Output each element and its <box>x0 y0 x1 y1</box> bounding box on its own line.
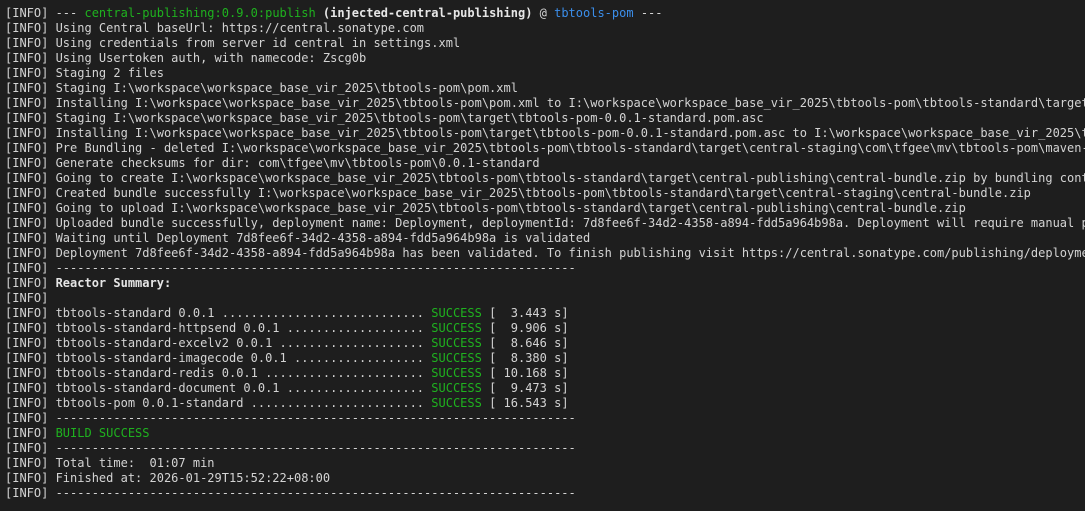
console-line: [INFO] tbtools-pom 0.0.1-standard ......… <box>5 396 1085 411</box>
status-text: SUCCESS <box>431 351 482 365</box>
console-text: [INFO] Using Usertoken auth, with nameco… <box>5 51 367 65</box>
console-line: [INFO] tbtools-standard 0.0.1 ..........… <box>5 306 1085 321</box>
console-line: [INFO] Generate checksums for dir: com\t… <box>5 156 1085 171</box>
console-line: [INFO] Finished at: 2026-01-29T15:52:22+… <box>5 471 1085 486</box>
console-line: [INFO] ---------------------------------… <box>5 261 1085 276</box>
console-text: --- <box>633 6 663 20</box>
console-text: [INFO] Generate checksums for dir: com\t… <box>5 156 540 170</box>
console-line: [INFO] tbtools-standard-imagecode 0.0.1 … <box>5 351 1085 366</box>
console-text: [INFO] Going to upload I:\workspace\work… <box>5 201 966 215</box>
console-text: [INFO] <box>5 426 56 440</box>
console-text: [INFO] ---------------------------------… <box>5 486 576 500</box>
console-text: [ 9.473 s] <box>481 381 569 395</box>
status-text: SUCCESS <box>431 321 482 335</box>
console-line: [INFO] Waiting until Deployment 7d8fee6f… <box>5 231 1085 246</box>
console-text: [INFO] <box>5 276 56 290</box>
console-text: [INFO] tbtools-standard-httpsend 0.0.1 .… <box>5 321 432 335</box>
status-text: BUILD SUCCESS <box>55 426 150 440</box>
project-name: tbtools-pom <box>554 6 634 20</box>
status-text: central-publishing:0.9.0:publish <box>84 6 316 20</box>
console-line: [INFO] Reactor Summary: <box>5 276 1085 291</box>
console-line: [INFO] Using Central baseUrl: https://ce… <box>5 21 1085 36</box>
console-text: [INFO] Uploaded bundle successfully, dep… <box>5 216 1085 230</box>
console-text: [INFO] tbtools-standard-excelv2 0.0.1 ..… <box>5 336 432 350</box>
console-text: [ 9.906 s] <box>481 321 569 335</box>
console-text: [INFO] Deployment 7d8fee6f-34d2-4358-a89… <box>5 246 1085 260</box>
console-line: [INFO] tbtools-standard-redis 0.0.1 ....… <box>5 366 1085 381</box>
console-text: [ 10.168 s] <box>481 366 569 380</box>
console-text: [ 8.380 s] <box>481 351 569 365</box>
status-text: SUCCESS <box>431 306 482 320</box>
console-line: [INFO] Staging I:\workspace\workspace_ba… <box>5 81 1085 96</box>
console-text: [INFO] Pre Bundling - deleted I:\workspa… <box>5 141 1085 155</box>
console-text: [INFO] Going to create I:\workspace\work… <box>5 171 1085 185</box>
console-line: [INFO] Uploaded bundle successfully, dep… <box>5 216 1085 231</box>
console-line: [INFO] Staging I:\workspace\workspace_ba… <box>5 111 1085 126</box>
console-line: [INFO] Total time: 01:07 min <box>5 456 1085 471</box>
console-text: [INFO] tbtools-standard-imagecode 0.0.1 … <box>5 351 432 365</box>
console-line: [INFO] ---------------------------------… <box>5 441 1085 456</box>
console-line: [INFO] Installing I:\workspace\workspace… <box>5 126 1085 141</box>
console-line: [INFO] tbtools-standard-httpsend 0.0.1 .… <box>5 321 1085 336</box>
console-text: [INFO] Installing I:\workspace\workspace… <box>5 96 1085 110</box>
console-line: [INFO] Deployment 7d8fee6f-34d2-4358-a89… <box>5 246 1085 261</box>
console-line: [INFO] Staging 2 files <box>5 66 1085 81</box>
console-output[interactable]: [INFO] --- central-publishing:0.9.0:publ… <box>5 6 1085 501</box>
console-line: [INFO] Going to create I:\workspace\work… <box>5 171 1085 186</box>
console-text: [INFO] ---------------------------------… <box>5 441 576 455</box>
console-text: [INFO] ---------------------------------… <box>5 261 576 275</box>
console-line: [INFO] Installing I:\workspace\workspace… <box>5 96 1085 111</box>
console-text: [INFO] <box>5 291 49 305</box>
console-text: (injected-central-publishing) <box>322 6 533 20</box>
console-line: [INFO] Pre Bundling - deleted I:\workspa… <box>5 141 1085 156</box>
console-line: [INFO] ---------------------------------… <box>5 411 1085 426</box>
console-line: [INFO] <box>5 291 1085 306</box>
console-text: [INFO] Using Central baseUrl: https://ce… <box>5 21 425 35</box>
status-text: SUCCESS <box>431 336 482 350</box>
console-text: [INFO] Waiting until Deployment 7d8fee6f… <box>5 231 591 245</box>
console-text: [INFO] tbtools-standard-redis 0.0.1 ....… <box>5 366 432 380</box>
status-text: SUCCESS <box>431 366 482 380</box>
console-text: [INFO] Staging I:\workspace\workspace_ba… <box>5 111 764 125</box>
console-line: [INFO] ---------------------------------… <box>5 486 1085 501</box>
console-text: [INFO] Using credentials from server id … <box>5 36 461 50</box>
console-text: [INFO] Finished at: 2026-01-29T15:52:22+… <box>5 471 331 485</box>
terminal-window[interactable]: [INFO] --- central-publishing:0.9.0:publ… <box>0 0 1085 511</box>
console-line: [INFO] --- central-publishing:0.9.0:publ… <box>5 6 1085 21</box>
console-text: [INFO] tbtools-standard-document 0.0.1 .… <box>5 381 432 395</box>
console-text: [INFO] ---------------------------------… <box>5 411 576 425</box>
console-text: [INFO] --- <box>5 6 85 20</box>
console-text: [INFO] Total time: 01:07 min <box>5 456 215 470</box>
console-line: [INFO] tbtools-standard-excelv2 0.0.1 ..… <box>5 336 1085 351</box>
console-line: [INFO] Using credentials from server id … <box>5 36 1085 51</box>
console-line: [INFO] Going to upload I:\workspace\work… <box>5 201 1085 216</box>
console-line: [INFO] Using Usertoken auth, with nameco… <box>5 51 1085 66</box>
status-text: SUCCESS <box>431 381 482 395</box>
console-text: [INFO] Staging 2 files <box>5 66 164 80</box>
console-text: [INFO] Staging I:\workspace\workspace_ba… <box>5 81 518 95</box>
console-text: [ 3.443 s] <box>481 306 569 320</box>
console-line: [INFO] BUILD SUCCESS <box>5 426 1085 441</box>
console-text: [ 8.646 s] <box>481 336 569 350</box>
console-text: [INFO] tbtools-standard 0.0.1 ..........… <box>5 306 432 320</box>
console-line: [INFO] Created bundle successfully I:\wo… <box>5 186 1085 201</box>
console-text: [INFO] Installing I:\workspace\workspace… <box>5 126 1085 140</box>
console-text: Reactor Summary: <box>55 276 172 290</box>
status-text: SUCCESS <box>431 396 482 410</box>
console-line: [INFO] tbtools-standard-document 0.0.1 .… <box>5 381 1085 396</box>
console-text: [INFO] tbtools-pom 0.0.1-standard ......… <box>5 396 432 410</box>
console-text: [ 16.543 s] <box>481 396 569 410</box>
console-text: [INFO] Created bundle successfully I:\wo… <box>5 186 1031 200</box>
console-text: @ <box>532 6 555 20</box>
